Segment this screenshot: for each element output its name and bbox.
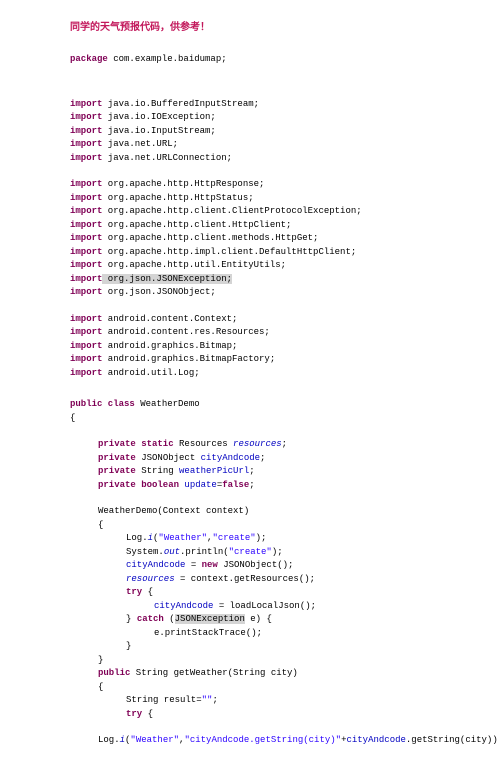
code-line: import java.net.URLConnection;	[70, 152, 452, 166]
code-line: import java.io.IOException;	[70, 111, 452, 125]
code-line: WeatherDemo(Context context)	[70, 505, 452, 519]
code-line: import java.net.URL;	[70, 138, 452, 152]
code-line: import org.apache.http.client.methods.Ht…	[70, 232, 452, 246]
code-line: public String getWeather(String city)	[70, 667, 452, 681]
code-line: try {	[70, 586, 452, 600]
code-line: private String weatherPicUrl;	[70, 465, 452, 479]
code-line: import org.json.JSONObject;	[70, 286, 452, 300]
code-line: {	[70, 412, 452, 426]
code-line: package com.example.baidumap;	[70, 53, 452, 67]
code-line: try {	[70, 708, 452, 722]
code-line: e.printStackTrace();	[70, 627, 452, 641]
page-title: 同学的天气预报代码，供参考！	[70, 20, 452, 35]
code-line: import android.content.res.Resources;	[70, 326, 452, 340]
code-line: import android.util.Log;	[70, 367, 452, 381]
code-line: private boolean update=false;	[70, 479, 452, 493]
code-line: private static Resources resources;	[70, 438, 452, 452]
code-line: import org.apache.http.util.EntityUtils;	[70, 259, 452, 273]
code-line: import org.apache.http.client.ClientProt…	[70, 205, 452, 219]
code-line: import java.io.InputStream;	[70, 125, 452, 139]
code-line: }	[70, 640, 452, 654]
code-line: resources = context.getResources();	[70, 573, 452, 587]
code-line: {	[70, 681, 452, 695]
code-line: private JSONObject cityAndcode;	[70, 452, 452, 466]
code-line: Log.i("Weather","cityAndcode.getString(c…	[70, 734, 452, 748]
code-line: import org.apache.http.impl.client.Defau…	[70, 246, 452, 260]
code-line: }	[70, 654, 452, 668]
code-line: } catch (JSONException e) {	[70, 613, 452, 627]
code-line: Log.i("Weather","create");	[70, 532, 452, 546]
code-line: import org.apache.http.HttpResponse;	[70, 178, 452, 192]
code-line: public class WeatherDemo	[70, 398, 452, 412]
code-line: String result="";	[70, 694, 452, 708]
code-line: import org.apache.http.client.HttpClient…	[70, 219, 452, 233]
code-line: System.out.println("create");	[70, 546, 452, 560]
code-line: cityAndcode = loadLocalJson();	[70, 600, 452, 614]
code-line: import org.json.JSONException;	[70, 273, 452, 287]
code-line: import android.graphics.Bitmap;	[70, 340, 452, 354]
code-line: import java.io.BufferedInputStream;	[70, 98, 452, 112]
code-line: cityAndcode = new JSONObject();	[70, 559, 452, 573]
code-line: import android.content.Context;	[70, 313, 452, 327]
code-line: {	[70, 519, 452, 533]
code-line: import android.graphics.BitmapFactory;	[70, 353, 452, 367]
code-line: import org.apache.http.HttpStatus;	[70, 192, 452, 206]
